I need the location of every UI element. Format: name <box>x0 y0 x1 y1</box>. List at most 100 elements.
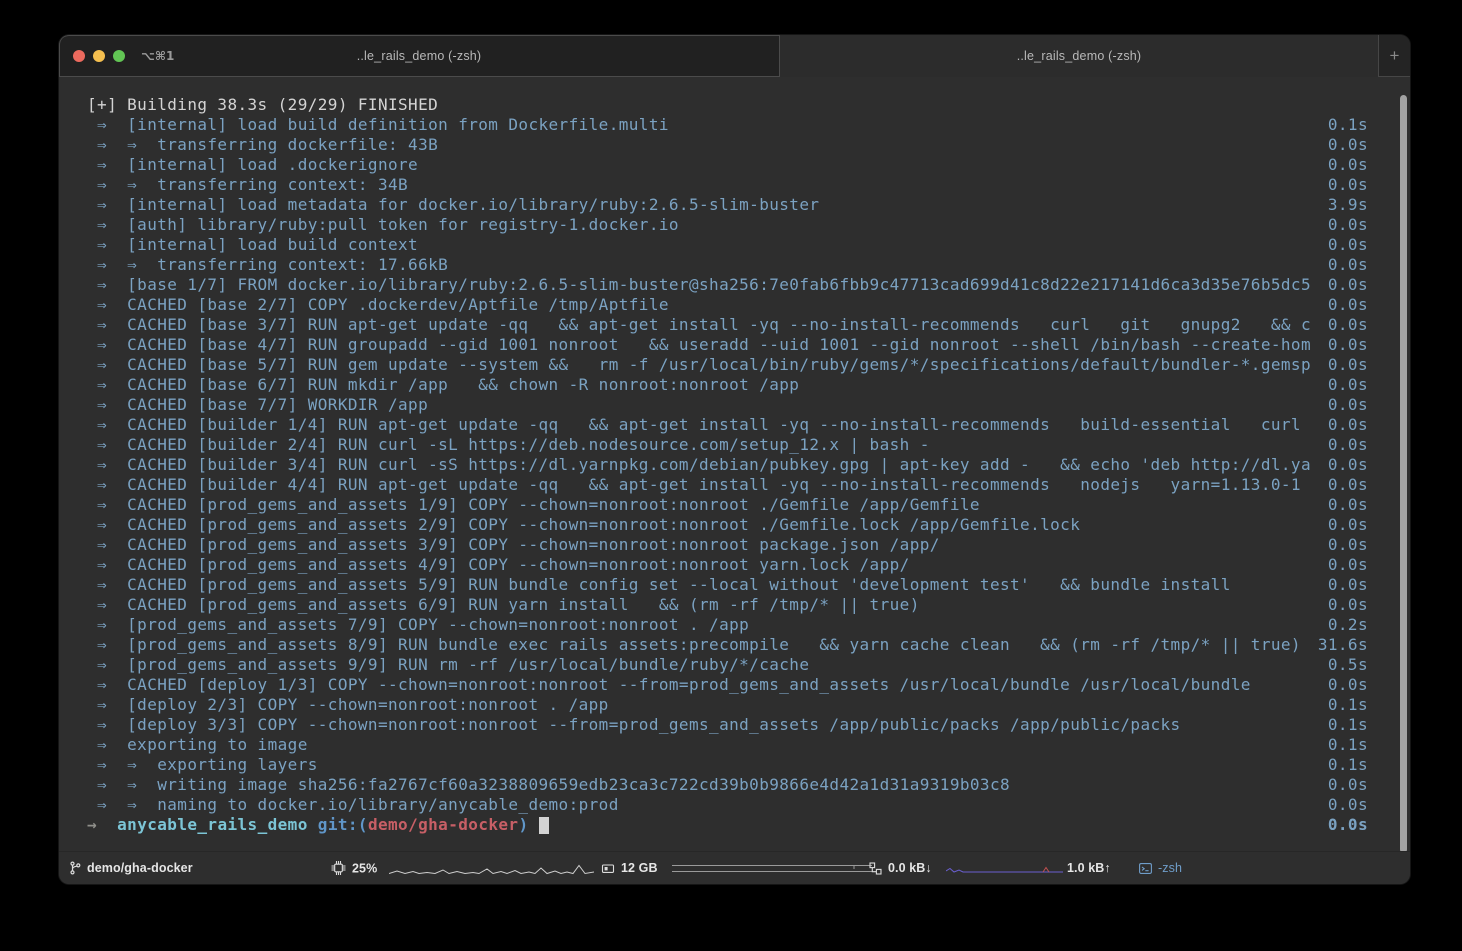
line-text: ⇒ ⇒ naming to docker.io/library/anycable… <box>87 795 1312 815</box>
terminal-line: ⇒ CACHED [builder 1/4] RUN apt-get updat… <box>87 415 1368 435</box>
shell-label: -zsh <box>1158 861 1182 875</box>
terminal-line: ⇒ ⇒ transferring context: 34B0.0s <box>87 175 1368 195</box>
terminal-line: ⇒ CACHED [builder 3/4] RUN curl -sS http… <box>87 455 1368 475</box>
line-duration: 0.0s <box>1312 595 1368 615</box>
plus-icon: + <box>1390 46 1400 66</box>
line-text: ⇒ CACHED [deploy 1/3] COPY --chown=nonro… <box>87 675 1312 695</box>
tab-rails-demo-active[interactable]: ⌥⌘1 ..le_rails_demo (-zsh) <box>59 35 780 77</box>
line-duration: 0.1s <box>1312 115 1368 135</box>
memory-label: 12 GB <box>621 861 658 875</box>
line-duration: 0.0s <box>1312 175 1368 195</box>
line-duration: 0.0s <box>1312 275 1368 295</box>
line-duration: 0.0s <box>1312 775 1368 795</box>
line-text: ⇒ [base 1/7] FROM docker.io/library/ruby… <box>87 275 1312 295</box>
network-down-label: 0.0 kB↓ <box>888 861 932 875</box>
line-text: ⇒ CACHED [builder 3/4] RUN curl -sS http… <box>87 455 1312 475</box>
terminal-line: ⇒ CACHED [prod_gems_and_assets 4/9] COPY… <box>87 555 1368 575</box>
terminal-line: [+] Building 38.3s (29/29) FINISHED <box>87 95 1368 115</box>
terminal-line: ⇒ [auth] library/ruby:pull token for reg… <box>87 215 1368 235</box>
line-text: ⇒ ⇒ transferring dockerfile: 43B <box>87 135 1312 155</box>
terminal-line: ⇒ CACHED [base 5/7] RUN gem update --sys… <box>87 355 1368 375</box>
line-duration: 0.0s <box>1312 475 1368 495</box>
prompt-directory: anycable_rails_demo <box>117 815 308 834</box>
terminal-line: ⇒ CACHED [builder 4/4] RUN apt-get updat… <box>87 475 1368 495</box>
line-duration: 0.1s <box>1312 715 1368 735</box>
line-text: ⇒ CACHED [builder 1/4] RUN apt-get updat… <box>87 415 1312 435</box>
line-duration: 0.0s <box>1312 555 1368 575</box>
zoom-button[interactable] <box>113 50 125 62</box>
shell-prompt-line: → anycable_rails_demo git:(demo/gha-dock… <box>87 815 1368 835</box>
line-duration: 0.0s <box>1312 135 1368 155</box>
line-text: ⇒ ⇒ transferring context: 34B <box>87 175 1312 195</box>
new-tab-button[interactable]: + <box>1378 35 1410 77</box>
line-text: ⇒ ⇒ transferring context: 17.66kB <box>87 255 1312 275</box>
tab-rails-demo-inactive[interactable]: ..le_rails_demo (-zsh) <box>780 35 1378 77</box>
line-text: ⇒ CACHED [base 2/7] COPY .dockerdev/Aptf… <box>87 295 1312 315</box>
terminal-line: ⇒ CACHED [prod_gems_and_assets 2/9] COPY… <box>87 515 1368 535</box>
minimize-button[interactable] <box>93 50 105 62</box>
line-duration: 31.6s <box>1312 635 1368 655</box>
line-text: ⇒ CACHED [prod_gems_and_assets 5/9] RUN … <box>87 575 1312 595</box>
line-text: ⇒ CACHED [builder 4/4] RUN apt-get updat… <box>87 475 1312 495</box>
prompt-git-suffix: ) <box>518 815 528 834</box>
line-duration: 0.0s <box>1312 495 1368 515</box>
terminal-line: ⇒ CACHED [prod_gems_and_assets 1/9] COPY… <box>87 495 1368 515</box>
terminal-line: ⇒ [base 1/7] FROM docker.io/library/ruby… <box>87 275 1368 295</box>
line-text: ⇒ [internal] load build context <box>87 235 1312 255</box>
terminal-line: ⇒ CACHED [prod_gems_and_assets 5/9] RUN … <box>87 575 1368 595</box>
terminal-line: ⇒ CACHED [prod_gems_and_assets 6/9] RUN … <box>87 595 1368 615</box>
terminal-line: ⇒ [deploy 3/3] COPY --chown=nonroot:nonr… <box>87 715 1368 735</box>
line-text: ⇒ CACHED [base 5/7] RUN gem update --sys… <box>87 355 1312 375</box>
terminal-line: ⇒ ⇒ transferring context: 17.66kB0.0s <box>87 255 1368 275</box>
line-duration: 0.0s <box>1312 515 1368 535</box>
line-text: ⇒ [auth] library/ruby:pull token for reg… <box>87 215 1312 235</box>
line-duration: 0.0s <box>1312 575 1368 595</box>
terminal-line: ⇒ CACHED [base 3/7] RUN apt-get update -… <box>87 315 1368 335</box>
status-bar: demo/gha-docker 25% <box>59 851 1410 884</box>
scrollbar[interactable] <box>1400 95 1407 853</box>
line-text: ⇒ [prod_gems_and_assets 9/9] RUN rm -rf … <box>87 655 1312 675</box>
terminal-line: ⇒ CACHED [deploy 1/3] COPY --chown=nonro… <box>87 675 1368 695</box>
line-text: ⇒ CACHED [base 6/7] RUN mkdir /app && ch… <box>87 375 1312 395</box>
line-text: ⇒ ⇒ writing image sha256:fa2767cf60a3238… <box>87 775 1312 795</box>
git-branch-status[interactable]: demo/gha-docker <box>69 861 193 875</box>
cpu-status[interactable]: 25% <box>331 861 594 876</box>
network-upload-status[interactable]: 1.0 kB↑ <box>1067 861 1111 875</box>
network-icon <box>869 862 882 875</box>
line-text: ⇒ exporting to image <box>87 735 1312 755</box>
terminal-line: ⇒ [prod_gems_and_assets 7/9] COPY --chow… <box>87 615 1368 635</box>
network-download-status[interactable]: 0.0 kB↓ <box>869 861 1063 875</box>
line-duration: 0.0s <box>1312 215 1368 235</box>
memory-icon <box>601 862 615 875</box>
line-text: ⇒ ⇒ exporting layers <box>87 755 1312 775</box>
line-text: ⇒ [internal] load metadata for docker.io… <box>87 195 1312 215</box>
terminal-window: ⌥⌘1 ..le_rails_demo (-zsh) ..le_rails_de… <box>59 35 1410 884</box>
line-duration: 0.0s <box>1312 375 1368 395</box>
window-shortcut-badge: ⌥⌘1 <box>141 35 174 76</box>
terminal-line: ⇒ [internal] load build context0.0s <box>87 235 1368 255</box>
line-duration: 0.0s <box>1312 235 1368 255</box>
memory-status[interactable]: 12 GB <box>601 861 872 875</box>
line-duration: 0.0s <box>1312 675 1368 695</box>
line-duration: 0.1s <box>1312 695 1368 715</box>
line-text: ⇒ [deploy 2/3] COPY --chown=nonroot:nonr… <box>87 695 1312 715</box>
git-branch-icon <box>69 861 81 875</box>
prompt-git-branch: demo/gha-docker <box>368 815 519 834</box>
line-duration: 0.0s <box>1312 155 1368 175</box>
line-text: ⇒ CACHED [prod_gems_and_assets 6/9] RUN … <box>87 595 1312 615</box>
terminal-line: ⇒ ⇒ naming to docker.io/library/anycable… <box>87 795 1368 815</box>
line-text: [+] Building 38.3s (29/29) FINISHED <box>87 95 1312 115</box>
shell-status[interactable]: -zsh <box>1139 861 1182 875</box>
close-button[interactable] <box>73 50 85 62</box>
traffic-lights <box>73 35 125 76</box>
line-text: ⇒ CACHED [base 7/7] WORKDIR /app <box>87 395 1312 415</box>
shell-icon <box>1139 862 1152 875</box>
prompt-git-prefix: git:( <box>308 815 368 834</box>
terminal-content[interactable]: [+] Building 38.3s (29/29) FINISHED ⇒ [i… <box>59 77 1410 851</box>
shell-prompt: → anycable_rails_demo git:(demo/gha-dock… <box>87 815 549 835</box>
line-duration: 0.2s <box>1312 615 1368 635</box>
terminal-line: ⇒ CACHED [base 7/7] WORKDIR /app0.0s <box>87 395 1368 415</box>
line-duration: 0.0s <box>1312 335 1368 355</box>
line-text: ⇒ [prod_gems_and_assets 7/9] COPY --chow… <box>87 615 1312 635</box>
terminal-line: ⇒ CACHED [base 2/7] COPY .dockerdev/Aptf… <box>87 295 1368 315</box>
